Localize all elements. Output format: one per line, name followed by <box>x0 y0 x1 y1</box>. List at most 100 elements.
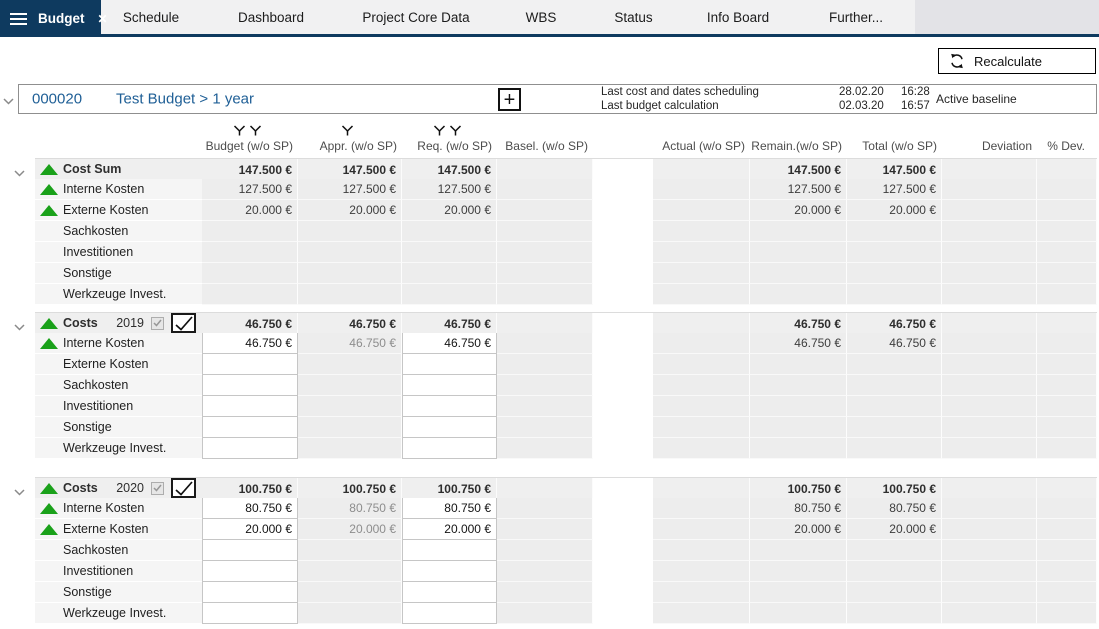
cell-pdev <box>1037 582 1097 603</box>
row-label-cell[interactable]: Interne Kosten <box>35 498 202 519</box>
row-label-cell[interactable]: Sachkosten <box>35 221 202 242</box>
cell-budget[interactable] <box>202 561 298 582</box>
cell-budget[interactable] <box>202 582 298 603</box>
group-collapse-chevron-icon[interactable] <box>14 483 25 501</box>
filter-arrow-icon[interactable] <box>233 125 246 136</box>
row-label-cell[interactable]: Investitionen <box>35 561 202 582</box>
row-label-cell[interactable]: Sachkosten <box>35 540 202 561</box>
cell-budget[interactable]: 80.750 € <box>202 498 298 519</box>
project-title[interactable]: Test Budget > 1 year <box>116 91 254 108</box>
tab-wbs[interactable]: WBS <box>491 0 591 34</box>
column-header-appr[interactable]: Appr. (w/o SP) <box>298 125 402 157</box>
column-header-pdev[interactable]: % Dev. <box>1037 139 1097 157</box>
cell-budget[interactable] <box>202 417 298 438</box>
column-header-remain[interactable]: Remain.(w/o SP) <box>750 139 847 157</box>
cell-req[interactable] <box>402 354 497 375</box>
tab-further[interactable]: Further... <box>800 0 912 34</box>
row-label-cell[interactable]: Externe Kosten <box>35 519 202 540</box>
cell-req[interactable] <box>402 438 497 459</box>
cell-actual <box>653 498 750 519</box>
row-label-cell[interactable]: Interne Kosten <box>35 179 202 200</box>
row-label-cell[interactable]: Externe Kosten <box>35 354 202 375</box>
tab-status[interactable]: Status <box>591 0 676 34</box>
recalculate-button[interactable]: Recalculate <box>938 48 1096 74</box>
cell-deviation <box>942 561 1037 582</box>
row-label-cell[interactable]: Sachkosten <box>35 375 202 396</box>
cell-budget[interactable] <box>202 354 298 375</box>
row-label-cell[interactable]: Werkzeuge Invest. <box>35 284 202 305</box>
column-header-deviation[interactable]: Deviation <box>942 139 1037 157</box>
filter-arrow-icon[interactable] <box>341 125 354 136</box>
tab-project-core-data[interactable]: Project Core Data <box>341 0 491 34</box>
cell-req[interactable] <box>402 582 497 603</box>
filter-arrow-icon[interactable] <box>433 125 446 136</box>
add-button[interactable]: + <box>498 88 521 111</box>
cell-budget[interactable] <box>202 396 298 417</box>
tab-dashboard[interactable]: Dashboard <box>201 0 341 34</box>
approved-checkbox[interactable] <box>171 478 196 498</box>
cell-deviation <box>942 540 1037 561</box>
column-header-req[interactable]: Req. (w/o SP) <box>402 125 497 157</box>
cell-actual <box>653 333 750 354</box>
cell-req[interactable]: 46.750 € <box>402 333 497 354</box>
filter-arrow-icon[interactable] <box>249 125 262 136</box>
cell-budget[interactable] <box>202 540 298 561</box>
cell-req[interactable] <box>402 561 497 582</box>
year-label: 2020 <box>116 481 144 495</box>
row-label-cell[interactable]: Investitionen <box>35 396 202 417</box>
cell-pdev <box>1037 438 1097 459</box>
row-label-cell[interactable]: Externe Kosten <box>35 200 202 221</box>
cell-total <box>847 603 942 624</box>
tab-info-board[interactable]: Info Board <box>676 0 800 34</box>
project-id[interactable]: 000020 <box>32 91 82 108</box>
column-header-basel[interactable]: Basel. (w/o SP) <box>497 139 593 157</box>
approved-checkbox[interactable] <box>171 313 196 333</box>
row-label-cell[interactable]: Sonstige <box>35 417 202 438</box>
table-row: Interne Kosten127.500 €127.500 €127.500 … <box>35 179 1097 200</box>
project-collapse-chevron-icon[interactable] <box>3 92 14 110</box>
cell-actual <box>653 396 750 417</box>
tab-budget-active[interactable]: Budget ✕ <box>0 0 101 37</box>
cell-req[interactable] <box>402 540 497 561</box>
group-title-cell[interactable]: Cost Sum <box>35 159 202 180</box>
cell-req[interactable]: 20.000 € <box>402 519 497 540</box>
column-header-total[interactable]: Total (w/o SP) <box>847 139 942 157</box>
row-label-cell[interactable]: Sonstige <box>35 582 202 603</box>
table-row: Sachkosten <box>35 221 1097 242</box>
column-header-actual[interactable]: Actual (w/o SP) <box>653 139 750 157</box>
row-label-cell[interactable]: Interne Kosten <box>35 333 202 354</box>
row-label-cell[interactable]: Werkzeuge Invest. <box>35 438 202 459</box>
table-row: Externe Kosten20.000 €20.000 €20.000 €20… <box>35 200 1097 221</box>
row-label-cell[interactable]: Investitionen <box>35 242 202 263</box>
tab-schedule[interactable]: Schedule <box>101 0 201 34</box>
group-title-cell[interactable]: Costs2020 <box>35 478 202 499</box>
group-collapse-chevron-icon[interactable] <box>14 318 25 336</box>
cell-deviation <box>942 498 1037 519</box>
cell-req[interactable] <box>402 375 497 396</box>
row-label-cell[interactable]: Sonstige <box>35 263 202 284</box>
summary-cell-pdev <box>1037 478 1097 499</box>
cell-req[interactable] <box>402 417 497 438</box>
cell-remain <box>750 221 847 242</box>
group-header-row: Cost Sum147.500 €147.500 €147.500 €147.5… <box>35 158 1097 179</box>
cell-deviation <box>942 200 1037 221</box>
cell-basel <box>497 519 593 540</box>
cell-budget[interactable]: 46.750 € <box>202 333 298 354</box>
column-header-label: Actual (w/o SP) <box>662 139 745 153</box>
column-header-budget[interactable]: Budget (w/o SP) <box>202 125 298 157</box>
group-title-cell[interactable]: Costs2019 <box>35 313 202 334</box>
cell-basel <box>497 438 593 459</box>
cell-budget[interactable] <box>202 438 298 459</box>
cell-budget[interactable]: 20.000 € <box>202 519 298 540</box>
cell-basel <box>497 603 593 624</box>
cell-budget[interactable] <box>202 375 298 396</box>
filter-arrow-icon[interactable] <box>449 125 462 136</box>
cell-req[interactable] <box>402 396 497 417</box>
group-collapse-chevron-icon[interactable] <box>14 164 25 182</box>
cell-req[interactable] <box>402 603 497 624</box>
hamburger-menu-icon[interactable] <box>10 13 27 25</box>
cell-req[interactable]: 80.750 € <box>402 498 497 519</box>
row-label-cell[interactable]: Werkzeuge Invest. <box>35 603 202 624</box>
cell-pdev <box>1037 200 1097 221</box>
cell-budget[interactable] <box>202 603 298 624</box>
